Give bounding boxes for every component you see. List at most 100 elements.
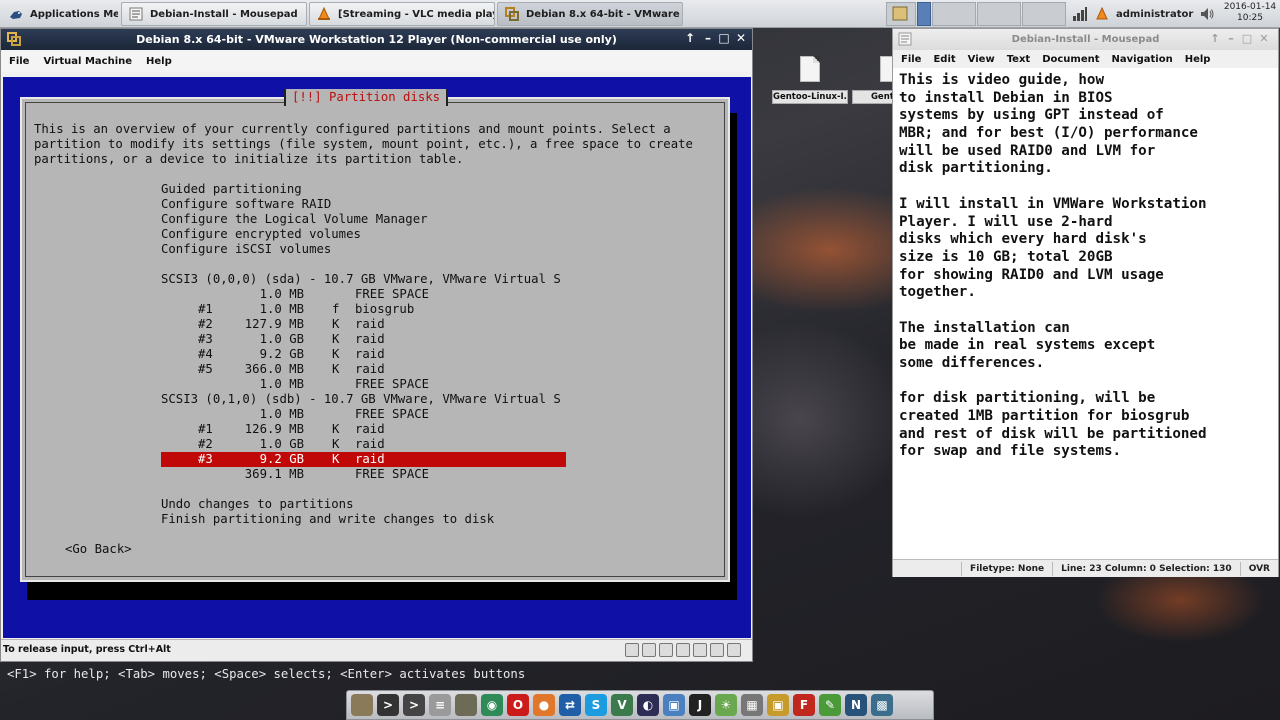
screenshot-tool-icon[interactable]: ▩ (871, 694, 893, 716)
partition-flag: K (332, 437, 340, 451)
task-vlc[interactable]: [Streaming - VLC media player] (309, 2, 495, 26)
skype-icon[interactable]: S (585, 694, 607, 716)
minimize-button[interactable]: – (1224, 32, 1238, 45)
clock[interactable]: 2016-01-14 10:25 (1222, 2, 1278, 24)
menu-guided-partitioning[interactable]: Guided partitioning (161, 182, 302, 197)
terminal-icon[interactable]: > (377, 694, 399, 716)
always-on-top-button[interactable]: ↑ (682, 31, 698, 45)
cd-rom-icon[interactable] (659, 643, 673, 657)
workspace-1[interactable] (886, 2, 916, 26)
close-button[interactable]: ✕ (1257, 32, 1271, 45)
package-icon[interactable]: ▦ (741, 694, 763, 716)
clock-time: 10:25 (1237, 13, 1263, 23)
disk-header[interactable]: SCSI3 (0,0,0) (sda) - 10.7 GB VMware, VM… (161, 272, 561, 287)
vlc-tray-icon[interactable] (1094, 6, 1110, 22)
action-finish-partitioning[interactable]: Finish partitioning and write changes to… (161, 512, 494, 527)
menu-configure-iscsi[interactable]: Configure iSCSI volumes (161, 242, 331, 257)
workspace-4[interactable] (977, 2, 1021, 26)
menu-text[interactable]: Text (1007, 54, 1031, 65)
menu-configure-lvm[interactable]: Configure the Logical Volume Manager (161, 212, 428, 227)
text-line: size is 10 GB; total 20GB (899, 248, 1113, 265)
hard-disk-icon[interactable] (625, 643, 639, 657)
applications-menu-button[interactable]: Applications Menu (2, 2, 118, 26)
chrome-icon[interactable]: ◉ (481, 694, 503, 716)
menu-view[interactable]: View (968, 54, 995, 65)
network-monitor-icon[interactable] (1072, 6, 1088, 22)
workspace-5[interactable] (1022, 2, 1066, 26)
menu-file[interactable]: File (9, 56, 29, 67)
vmware-titlebar[interactable]: Debian 8.x 64-bit - VMware Workstation 1… (1, 29, 752, 50)
partition-type: raid (355, 317, 385, 331)
partition-dialog: [!!] Partition disks This is an overview… (20, 89, 730, 582)
workspace-3[interactable] (932, 2, 976, 26)
document-text-area[interactable]: This is video guide, how to install Debia… (899, 72, 1274, 461)
partition-number: #3 (198, 452, 213, 466)
partition-type: FREE SPACE (355, 467, 430, 481)
vmware-cube-icon[interactable]: ▣ (663, 694, 685, 716)
partition-type: biosgrub (355, 302, 415, 316)
network-adapter-icon[interactable] (676, 643, 690, 657)
application-dock: > > ≡ ◉ O ● ⇄ S V ◐ ▣ J ☀ ▦ ▣ F ✎ N ▩ (346, 690, 934, 720)
workspace-pager[interactable] (886, 2, 1066, 26)
partition-size: 127.9 MB (244, 317, 304, 331)
filetype-indicator[interactable]: Filetype: None (961, 561, 1052, 576)
sound-icon[interactable] (710, 643, 724, 657)
task-mousepad[interactable]: Debian-Install - Mousepad (121, 2, 307, 26)
mousepad-titlebar[interactable]: Debian-Install - Mousepad ↑ – □ ✕ (893, 29, 1278, 50)
menu-navigation[interactable]: Navigation (1112, 54, 1173, 65)
always-on-top-button[interactable]: ↑ (1208, 32, 1222, 45)
dialog-title: [!!] Partition disks (284, 89, 449, 106)
vlc-cone-icon (316, 6, 332, 22)
menu-help[interactable]: Help (146, 56, 172, 67)
workspace-2[interactable] (917, 2, 931, 26)
android-icon[interactable]: ☀ (715, 694, 737, 716)
maximize-button[interactable]: □ (1240, 32, 1254, 45)
firefox-icon[interactable]: ● (533, 694, 555, 716)
vm-console-screen[interactable]: [!!] Partition disks This is an overview… (3, 77, 751, 681)
task-vmware[interactable]: Debian 8.x 64-bit - VMware Works... (497, 2, 683, 26)
text-line (899, 302, 1274, 320)
text-line: will be used RAID0 and LVM for (899, 142, 1156, 159)
eclipse-icon[interactable]: ◐ (637, 694, 659, 716)
text-editor-icon[interactable]: ≡ (429, 694, 451, 716)
maximize-button[interactable]: □ (716, 31, 732, 45)
action-undo-changes[interactable]: Undo changes to partitions (161, 497, 354, 512)
desktop-file-gentoo-1[interactable]: Gentoo-Linux-I... (772, 56, 848, 108)
menu-edit[interactable]: Edit (933, 54, 955, 65)
jetbrains-icon[interactable]: J (689, 694, 711, 716)
menu-help[interactable]: Help (1185, 54, 1211, 65)
partition-size: 1.0 MB (259, 407, 304, 421)
menu-virtual-machine[interactable]: Virtual Machine (43, 56, 132, 67)
network-tool-icon[interactable]: N (845, 694, 867, 716)
minimize-button[interactable]: – (700, 31, 716, 45)
folder-icon[interactable] (455, 694, 477, 716)
text-line: disk partitioning. (899, 160, 1053, 177)
printer-icon[interactable] (727, 643, 741, 657)
intro-line: partitions, or a device to initialize it… (34, 152, 464, 166)
file-manager-icon[interactable] (351, 694, 373, 716)
vmware-player-icon[interactable]: ▣ (767, 694, 789, 716)
go-back-button[interactable]: <Go Back> (65, 542, 132, 557)
volume-icon[interactable] (1199, 6, 1215, 22)
text-line: systems by using GPT instead of (899, 107, 1164, 124)
menu-file[interactable]: File (901, 54, 921, 65)
intro-line: This is an overview of your currently co… (34, 122, 671, 136)
terminal-root-icon[interactable]: > (403, 694, 425, 716)
teamviewer-icon[interactable]: ⇄ (559, 694, 581, 716)
pencil-icon[interactable]: ✎ (819, 694, 841, 716)
opera-icon[interactable]: O (507, 694, 529, 716)
menu-document[interactable]: Document (1042, 54, 1099, 65)
hard-disk-icon[interactable] (642, 643, 656, 657)
intro-line: partition to modify its settings (file s… (34, 137, 693, 151)
virtualbox-icon[interactable]: V (611, 694, 633, 716)
close-button[interactable]: ✕ (733, 31, 749, 45)
overwrite-mode[interactable]: OVR (1239, 561, 1278, 576)
menu-configure-encrypted[interactable]: Configure encrypted volumes (161, 227, 361, 242)
usb-icon[interactable] (693, 643, 707, 657)
filezilla-icon[interactable]: F (793, 694, 815, 716)
user-name[interactable]: administrator (1116, 9, 1193, 20)
vmware-window: Debian 8.x 64-bit - VMware Workstation 1… (0, 28, 753, 681)
disk-header[interactable]: SCSI3 (0,1,0) (sdb) - 10.7 GB VMware, VM… (161, 392, 561, 407)
partition-flag: K (332, 347, 340, 361)
menu-configure-raid[interactable]: Configure software RAID (161, 197, 331, 212)
